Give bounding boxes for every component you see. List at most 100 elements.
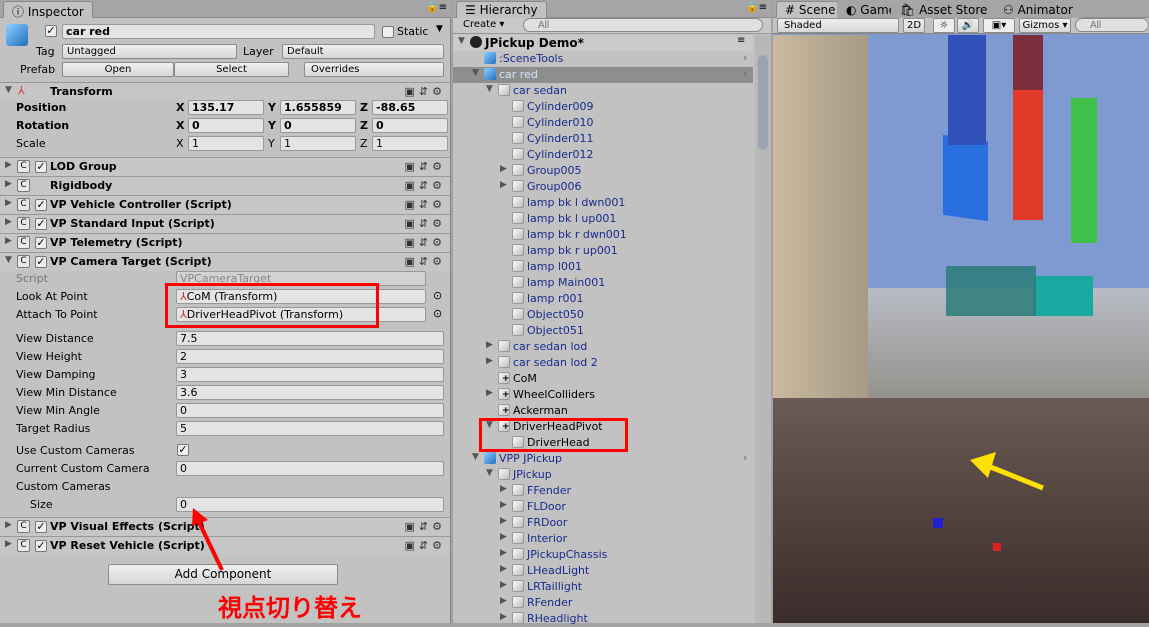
position-x-input[interactable]: 135.17 <box>188 100 264 115</box>
component-header[interactable]: ▶ C ✓ VP Vehicle Controller (Script) ▣⇵⚙ <box>0 195 450 214</box>
hierarchy-item[interactable]: lamp l001 <box>453 259 753 275</box>
component-transform[interactable]: ▼ ⅄ Transform ▣⇵⚙ <box>0 82 450 101</box>
shading-dropdown[interactable]: Shaded <box>777 18 899 33</box>
tag-dropdown[interactable]: Untagged <box>62 44 237 59</box>
expand-arrow-icon[interactable]: ▶ <box>500 612 507 622</box>
lock-icon[interactable]: 🔒≡ <box>426 2 447 13</box>
scale-x-input[interactable]: 1 <box>188 136 264 151</box>
expand-arrow-icon[interactable]: ▶ <box>500 532 507 542</box>
scene-search-input[interactable] <box>1075 18 1149 32</box>
expand-arrow-icon[interactable]: ▶ <box>5 520 12 530</box>
prop-input[interactable]: 5 <box>176 421 444 436</box>
component-enabled-checkbox[interactable]: ✓ <box>35 237 47 249</box>
expand-arrow-icon[interactable]: ▶ <box>500 596 507 606</box>
hierarchy-item[interactable]: Object050 <box>453 307 753 323</box>
static-checkbox[interactable] <box>382 26 394 38</box>
rotation-z-input[interactable]: 0 <box>372 118 448 133</box>
object-name-input[interactable]: car red <box>62 24 375 39</box>
hierarchy-item[interactable]: ▼ JPickup Demo* ≡ <box>453 35 753 51</box>
prop-input[interactable]: 3.6 <box>176 385 444 400</box>
component-tools-icons[interactable]: ▣⇵⚙ <box>405 539 446 552</box>
hierarchy-item[interactable]: + Ackerman <box>453 403 753 419</box>
component-vp-camera-target[interactable]: ▼ C ✓ VP Camera Target (Script) ▣⇵⚙ <box>0 252 450 271</box>
current-custom-input[interactable]: 0 <box>176 461 444 476</box>
prefab-select-button[interactable]: Select <box>174 62 289 77</box>
tab-asset-store[interactable]: 🛍 Asset Store <box>891 1 997 18</box>
layer-dropdown[interactable]: Default <box>282 44 444 59</box>
prop-input[interactable]: 2 <box>176 349 444 364</box>
collapse-arrow-icon[interactable]: ▼ <box>472 452 479 462</box>
effects-toggle-icon[interactable]: ▣▾ <box>983 18 1015 33</box>
prop-input[interactable]: 7.5 <box>176 331 444 346</box>
expand-arrow-icon[interactable]: ▶ <box>486 388 493 398</box>
prop-input[interactable]: 3 <box>176 367 444 382</box>
hierarchy-item[interactable]: lamp bk l up001 <box>453 211 753 227</box>
hierarchy-item[interactable]: Cylinder012 <box>453 147 753 163</box>
position-y-input[interactable]: 1.655859 <box>280 100 356 115</box>
hierarchy-item[interactable]: lamp Main001 <box>453 275 753 291</box>
object-picker-icon[interactable]: ⊙ <box>433 289 442 302</box>
hierarchy-item[interactable]: ▶ Interior <box>453 531 753 547</box>
hierarchy-item[interactable]: ▶ RFender <box>453 595 753 611</box>
prop-input[interactable]: 0 <box>176 403 444 418</box>
hierarchy-item[interactable]: ▼ car sedan <box>453 83 753 99</box>
expand-arrow-icon[interactable]: ▶ <box>500 484 507 494</box>
collapse-arrow-icon[interactable]: ▼ <box>486 84 493 94</box>
tab-animator[interactable]: ⚇ Animator <box>994 1 1082 18</box>
hierarchy-item[interactable]: ▶ Group006 <box>453 179 753 195</box>
hierarchy-item[interactable]: ▶ FLDoor <box>453 499 753 515</box>
prefab-overrides-dropdown[interactable]: Overrides <box>304 62 444 77</box>
collapse-arrow-icon[interactable]: ▼ <box>486 468 493 478</box>
collapse-arrow-icon[interactable]: ▼ <box>472 68 479 78</box>
expand-arrow-icon[interactable]: ▶ <box>500 180 507 190</box>
static-dropdown-icon[interactable]: ▼ <box>436 24 443 34</box>
component-tools-icons[interactable]: ▣⇵⚙ <box>405 160 446 173</box>
hierarchy-item[interactable]: ▼ car red › <box>453 67 753 83</box>
tab-inspector[interactable]: ⓘ Inspector <box>3 1 93 19</box>
expand-arrow-icon[interactable]: ▶ <box>5 179 12 189</box>
hierarchy-item[interactable]: lamp r001 <box>453 291 753 307</box>
expand-arrow-icon[interactable]: ▶ <box>500 580 507 590</box>
object-picker-icon[interactable]: ⊙ <box>433 307 442 320</box>
expand-arrow-icon[interactable]: ▶ <box>486 340 493 350</box>
expand-arrow-icon[interactable]: ▶ <box>5 160 12 170</box>
hierarchy-item[interactable]: ▶ + WheelColliders <box>453 387 753 403</box>
component-tools-icons[interactable]: ▣⇵⚙ <box>405 198 446 211</box>
active-checkbox[interactable]: ✓ <box>45 25 57 37</box>
expand-arrow-icon[interactable]: ▶ <box>500 564 507 574</box>
hierarchy-item[interactable]: Object051 <box>453 323 753 339</box>
hierarchy-item[interactable]: Cylinder009 <box>453 99 753 115</box>
collapse-arrow-icon[interactable]: ▼ <box>458 36 465 46</box>
scene-view[interactable]: Shaded 2D ☼ 🔊 ▣▾ Gizmos ▾ <box>773 18 1149 623</box>
hierarchy-item[interactable]: ▶ car sedan lod <box>453 339 753 355</box>
component-tools-icons[interactable]: ▣⇵⚙ <box>405 520 446 533</box>
component-tools-icons[interactable]: ▣⇵⚙ <box>405 255 446 268</box>
chevron-right-icon[interactable]: › <box>743 451 747 464</box>
hierarchy-search-input[interactable] <box>523 18 763 32</box>
component-header[interactable]: ▶ C Rigidbody ▣⇵⚙ <box>0 176 450 195</box>
expand-arrow-icon[interactable]: ▶ <box>486 356 493 366</box>
collapse-arrow-icon[interactable]: ▼ <box>5 255 12 265</box>
lock-icon[interactable]: 🔒≡ <box>746 2 767 13</box>
hierarchy-scrollbar[interactable] <box>755 35 771 623</box>
scale-y-input[interactable]: 1 <box>280 136 356 151</box>
hierarchy-item[interactable]: ▶ LHeadLight <box>453 563 753 579</box>
expand-arrow-icon[interactable]: ▶ <box>5 236 12 246</box>
hierarchy-item[interactable]: Cylinder010 <box>453 115 753 131</box>
lighting-toggle-icon[interactable]: ☼ <box>933 18 955 33</box>
use-custom-checkbox[interactable]: ✓ <box>177 444 189 456</box>
component-enabled-checkbox[interactable]: ✓ <box>35 199 47 211</box>
expand-arrow-icon[interactable]: ▶ <box>500 164 507 174</box>
expand-arrow-icon[interactable]: ▶ <box>500 500 507 510</box>
2d-toggle[interactable]: 2D <box>903 18 925 33</box>
gizmos-dropdown[interactable]: Gizmos ▾ <box>1019 18 1071 33</box>
position-z-input[interactable]: -88.65 <box>372 100 448 115</box>
audio-toggle-icon[interactable]: 🔊 <box>957 18 979 33</box>
expand-arrow-icon[interactable]: ▶ <box>5 539 12 549</box>
hierarchy-item[interactable]: ▶ RHeadlight <box>453 611 753 627</box>
scrollbar-thumb[interactable] <box>758 55 768 150</box>
component-header[interactable]: ▶ C ✓ VP Standard Input (Script) ▣⇵⚙ <box>0 214 450 233</box>
hierarchy-item[interactable]: :SceneTools › <box>453 51 753 67</box>
hierarchy-item[interactable]: ▼ JPickup <box>453 467 753 483</box>
chevron-right-icon[interactable]: › <box>743 51 747 64</box>
